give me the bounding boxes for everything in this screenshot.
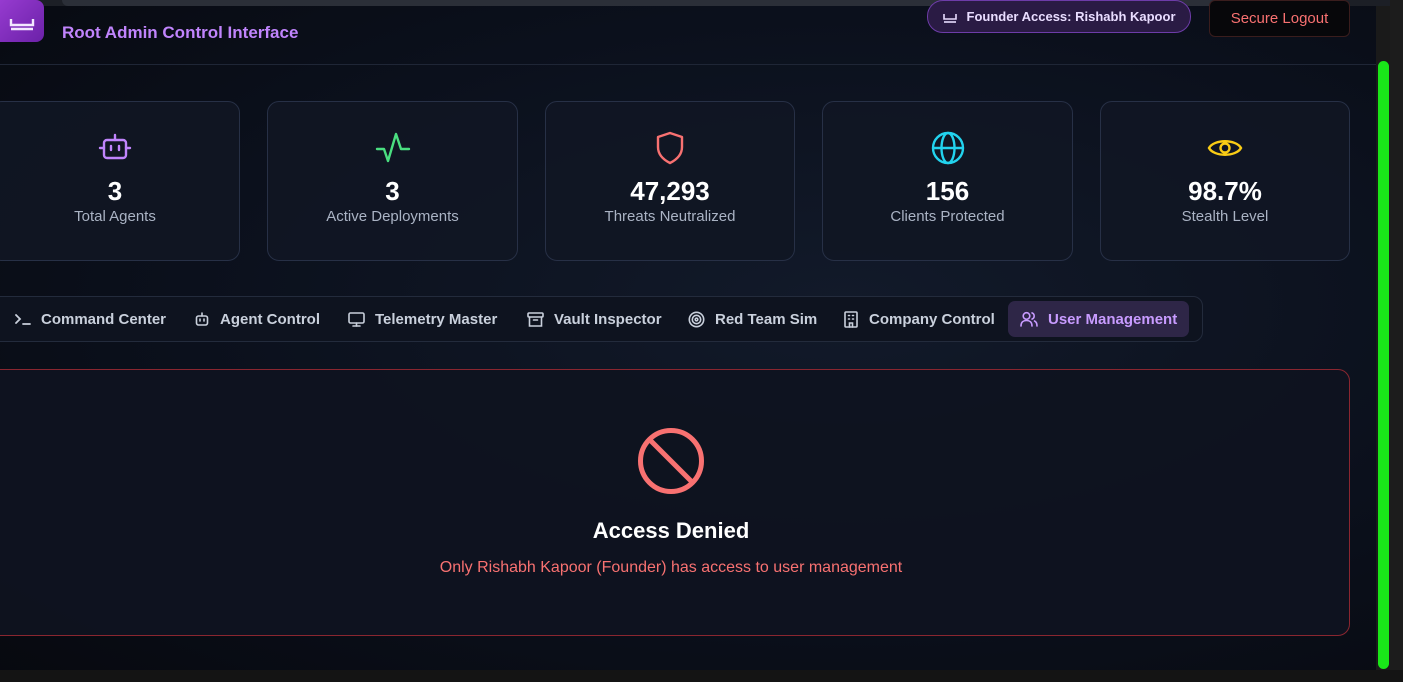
terminal-icon (15, 314, 31, 325)
founder-access-label: Founder Access: Rishabh Kapoor (966, 9, 1176, 24)
stat-value: 156 (925, 176, 970, 206)
tab-label: Command Center (41, 310, 167, 328)
stat-label: Stealth Level (1181, 208, 1269, 225)
stat-label: Active Deployments (326, 208, 459, 225)
building-icon (844, 310, 858, 328)
tab-label: Company Control (869, 310, 995, 328)
tab-vault-inspector[interactable]: Vault Inspector (527, 301, 662, 337)
tab-telemetry-master[interactable]: Telemetry Master (348, 301, 497, 337)
bot-icon (195, 311, 209, 326)
globe-icon (931, 131, 965, 165)
window-edge (1390, 0, 1403, 682)
stat-value: 47,293 (630, 176, 710, 206)
stat-value: 3 (107, 176, 123, 206)
archive-icon (527, 311, 544, 327)
crown-icon (942, 13, 957, 23)
tab-user-management[interactable]: User Management (1008, 301, 1190, 337)
access-denied-message: Only Rishabh Kapoor (Founder) has access… (439, 559, 903, 576)
stat-value: 3 (385, 176, 400, 206)
tab-label: Agent Control (220, 310, 320, 328)
monitor-icon (348, 311, 365, 327)
stat-card-total-agents: 3 Total Agents (0, 101, 240, 261)
access-denied-panel: Access Denied Only Rishabh Kapoor (Found… (0, 369, 1350, 636)
stat-card-clients-protected: 156 Clients Protected (822, 101, 1073, 261)
target-icon (688, 311, 705, 327)
founder-access-badge: Founder Access: Rishabh Kapoor (927, 0, 1191, 33)
access-denied-title: Access Denied (592, 518, 750, 543)
app-header: Root Admin Control Interface Founder Acc… (0, 0, 1376, 65)
shield-icon (655, 131, 685, 165)
stat-label: Clients Protected (890, 208, 1005, 225)
page: Root Admin Control Interface Founder Acc… (0, 0, 1403, 682)
users-icon (1020, 311, 1038, 327)
window-bottom-edge (0, 670, 1403, 682)
stat-card-threats-neutralized: 47,293 Threats Neutralized (545, 101, 795, 261)
scrollbar-thumb[interactable] (1378, 61, 1389, 669)
activity-icon (375, 132, 411, 164)
stat-label: Total Agents (74, 208, 156, 225)
tab-red-team-sim[interactable]: Red Team Sim (688, 301, 817, 337)
tab-label: Red Team Sim (715, 310, 818, 328)
tab-company-control[interactable]: Company Control (843, 301, 995, 337)
tab-agent-control[interactable]: Agent Control (194, 301, 320, 337)
tab-label: User Management (1048, 310, 1178, 328)
tab-label: Vault Inspector (554, 310, 662, 328)
secure-logout-button[interactable]: Secure Logout (1209, 0, 1350, 37)
crown-icon (9, 19, 35, 31)
tab-label: Telemetry Master (375, 310, 498, 328)
bot-icon (98, 132, 132, 164)
stat-card-stealth-level: 98.7% Stealth Level (1100, 101, 1350, 261)
logo (0, 0, 44, 42)
tab-bar: Command Center Agent Control Telemetry M… (0, 296, 1203, 342)
stat-card-active-deployments: 3 Active Deployments (267, 101, 518, 261)
eye-icon (1207, 132, 1243, 164)
header-subtitle: Root Admin Control Interface (62, 23, 299, 42)
tab-command-center[interactable]: Command Center (15, 301, 166, 337)
stat-value: 98.7% (1188, 176, 1262, 206)
ban-icon (638, 428, 704, 494)
stat-label: Threats Neutralized (604, 208, 736, 225)
